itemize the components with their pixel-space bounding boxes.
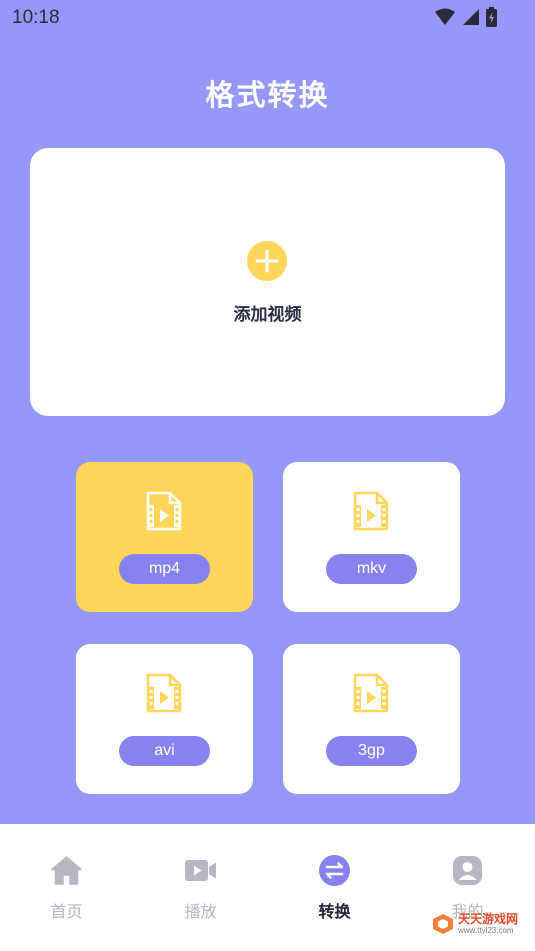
status-time: 10:18 [12, 7, 60, 28]
watermark-logo-icon [433, 914, 453, 934]
signal-icon [463, 9, 479, 25]
nav-label-home: 首页 [50, 902, 83, 921]
format-card-mp4[interactable]: mp4 [76, 462, 253, 612]
format-label-mp4: mp4 [119, 554, 210, 584]
screen: 10:18 格式转换 添加视频 mp4 mkv avi 3gp 首页 播放 转换… [0, 0, 535, 951]
nav-label-convert: 转换 [318, 902, 351, 921]
page-title: 格式转换 [205, 78, 330, 112]
nav-item-home[interactable]: 首页 [0, 824, 133, 951]
video-file-icon [353, 673, 389, 713]
watermark-url: www.ttyl23.com [458, 926, 514, 935]
watermark: 天天游戏网 www.ttyl23.com [432, 913, 518, 935]
home-icon [51, 856, 82, 885]
battery-icon [486, 7, 497, 27]
nav-label-play: 播放 [184, 902, 217, 921]
format-card-mkv[interactable]: mkv [283, 462, 460, 612]
convert-icon [319, 855, 350, 886]
format-card-3gp[interactable]: 3gp [283, 644, 460, 794]
video-file-icon [146, 491, 182, 531]
nav-item-convert[interactable]: 转换 [268, 824, 401, 951]
profile-icon [453, 856, 482, 885]
watermark-text: 天天游戏网 [458, 912, 519, 926]
format-label-avi: avi [119, 736, 210, 766]
add-icon[interactable] [247, 241, 287, 281]
format-label-3gp: 3gp [326, 736, 417, 766]
status-icons [434, 7, 497, 27]
wifi-icon [435, 8, 455, 25]
status-bar: 10:18 [0, 0, 535, 36]
format-card-avi[interactable]: avi [76, 644, 253, 794]
add-video-label: 添加视频 [233, 305, 302, 325]
video-file-icon [353, 491, 389, 531]
format-label-mkv: mkv [326, 554, 417, 584]
nav-item-play[interactable]: 播放 [134, 824, 267, 951]
watermark-text-group: 天天游戏网 www.ttyl23.com [458, 912, 519, 936]
video-camera-icon [185, 860, 216, 881]
add-video-card[interactable]: 添加视频 [30, 148, 505, 416]
video-file-icon [146, 673, 182, 713]
